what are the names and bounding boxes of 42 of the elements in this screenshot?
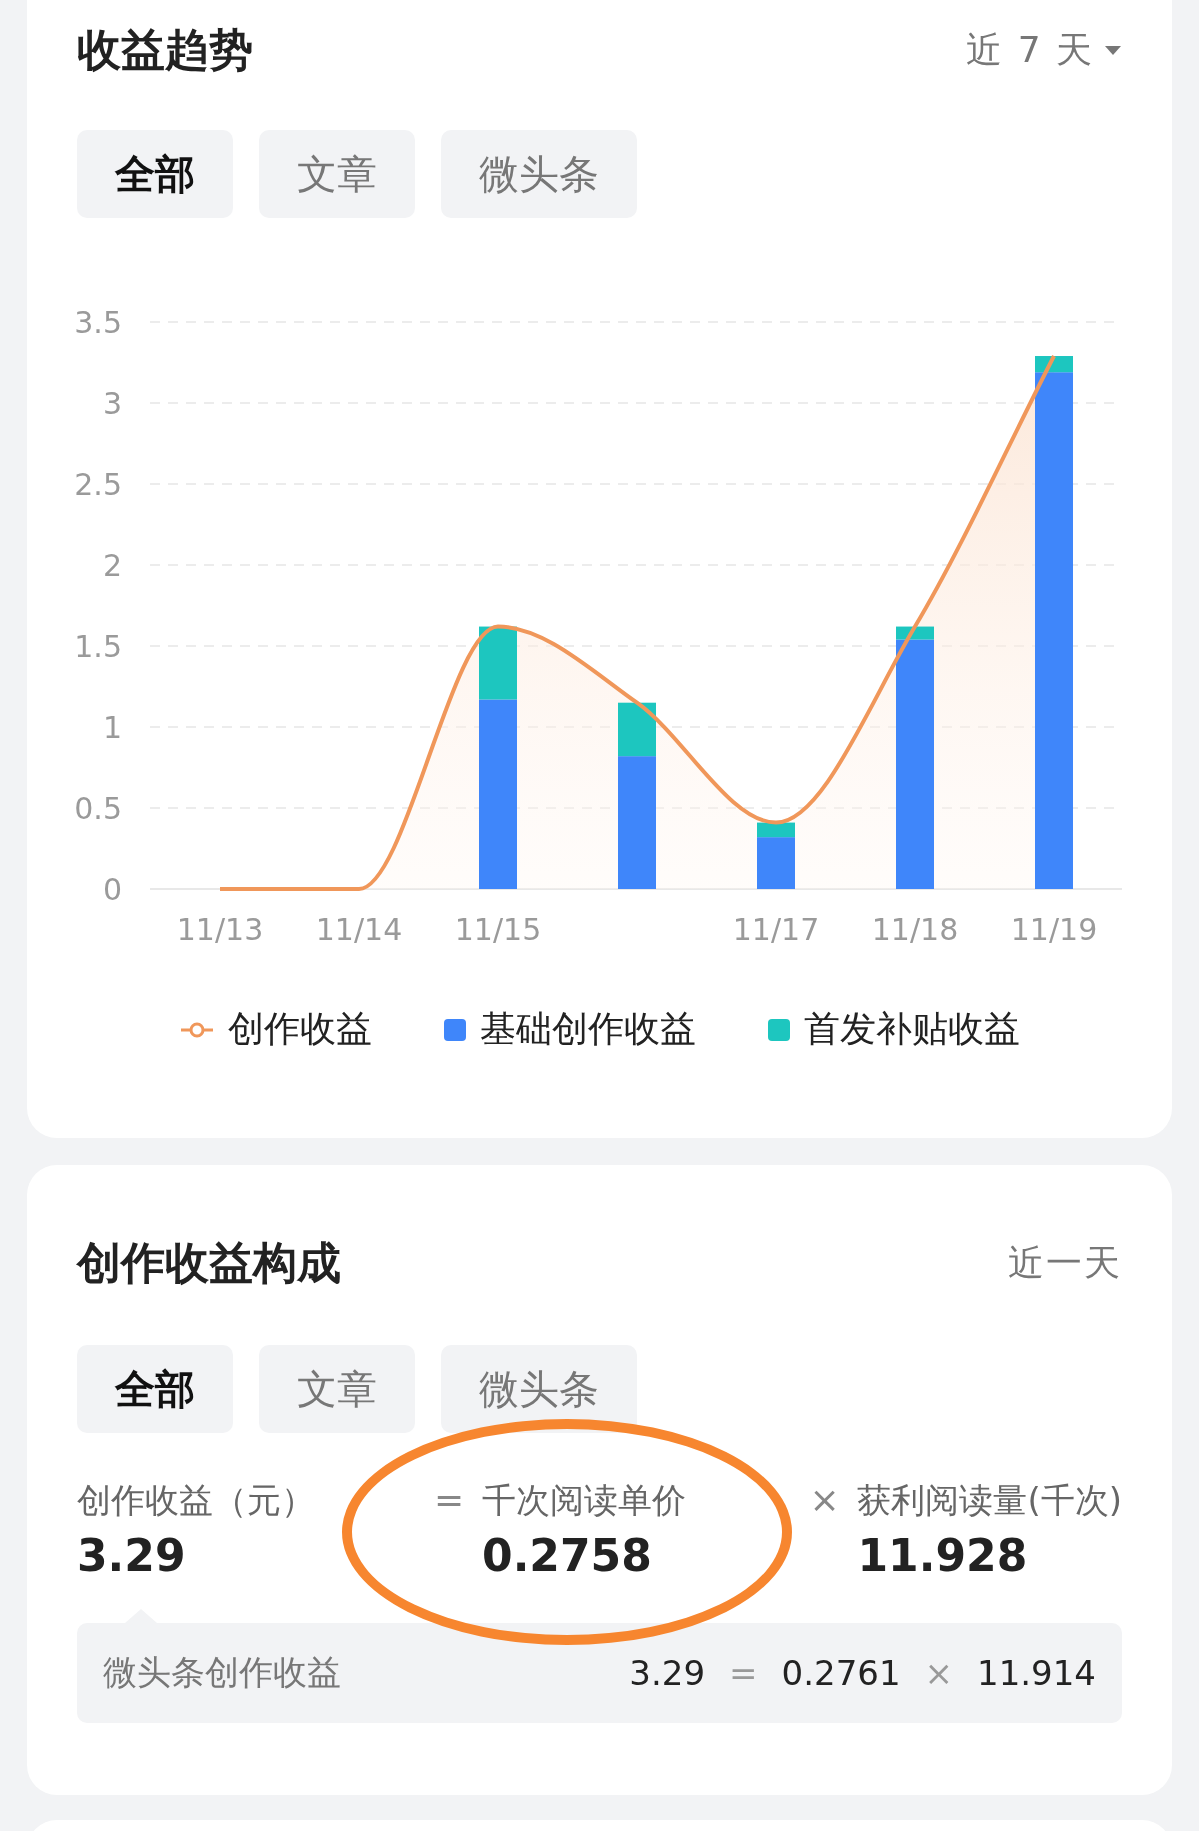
x-axis-label: 11/17 bbox=[732, 912, 820, 945]
filter-tab[interactable]: 微头条 bbox=[441, 1345, 637, 1433]
caret-icon bbox=[1104, 44, 1122, 56]
detail-value: 3.29 bbox=[629, 1653, 706, 1693]
filter-tab[interactable]: 全部 bbox=[77, 130, 233, 218]
x-axis-label: 11/19 bbox=[1010, 912, 1098, 945]
operator-sign: × bbox=[809, 1478, 841, 1522]
filter-tab[interactable]: 全部 bbox=[77, 1345, 233, 1433]
filter-tab[interactable]: 文章 bbox=[259, 1345, 415, 1433]
y-axis-label: 0 bbox=[102, 872, 122, 907]
legend-label: 首发补贴收益 bbox=[803, 1007, 1020, 1051]
metric-value: 0.2758 bbox=[482, 1529, 653, 1583]
metric-label: 获利阅读量(千次) bbox=[857, 1479, 1122, 1522]
detail-value: 11.914 bbox=[977, 1653, 1096, 1693]
x-axis-label: 11/14 bbox=[315, 912, 403, 945]
range-dropdown[interactable]: 近 7 天 bbox=[966, 25, 1122, 75]
operator-sign: × bbox=[924, 1653, 954, 1693]
metric-value: 11.928 bbox=[857, 1529, 1029, 1583]
metric-label: 创作收益（元） bbox=[77, 1479, 315, 1522]
y-axis-label: 3 bbox=[102, 386, 122, 421]
x-axis-label: 11/13 bbox=[176, 912, 264, 945]
legend-label: 基础创作收益 bbox=[479, 1007, 696, 1051]
y-axis-label: 2 bbox=[102, 548, 122, 583]
range-button[interactable]: 近一天 bbox=[1008, 1238, 1122, 1288]
y-axis-label: 0.5 bbox=[74, 791, 122, 826]
section-title: 创作收益构成 bbox=[77, 1235, 341, 1290]
operator-sign: = bbox=[434, 1478, 466, 1522]
x-axis-label: 11/15 bbox=[454, 912, 542, 945]
filter-tab[interactable]: 文章 bbox=[259, 130, 415, 218]
detail-label: 微头条创作收益 bbox=[103, 1651, 341, 1694]
metric-value: 3.29 bbox=[77, 1529, 187, 1583]
legend-label: 创作收益 bbox=[227, 1007, 372, 1051]
y-axis-label: 2.5 bbox=[74, 467, 122, 502]
detail-value: 0.2761 bbox=[781, 1653, 901, 1693]
filter-tab[interactable]: 微头条 bbox=[441, 130, 637, 218]
x-axis-label: 11/18 bbox=[871, 912, 959, 945]
y-axis-label: 3.5 bbox=[74, 305, 122, 340]
y-axis-label: 1.5 bbox=[74, 629, 122, 664]
y-axis-label: 1 bbox=[102, 710, 122, 745]
section-title: 收益趋势 bbox=[77, 22, 253, 77]
metric-label: 千次阅读单价 bbox=[482, 1479, 686, 1522]
operator-sign: = bbox=[729, 1653, 758, 1693]
